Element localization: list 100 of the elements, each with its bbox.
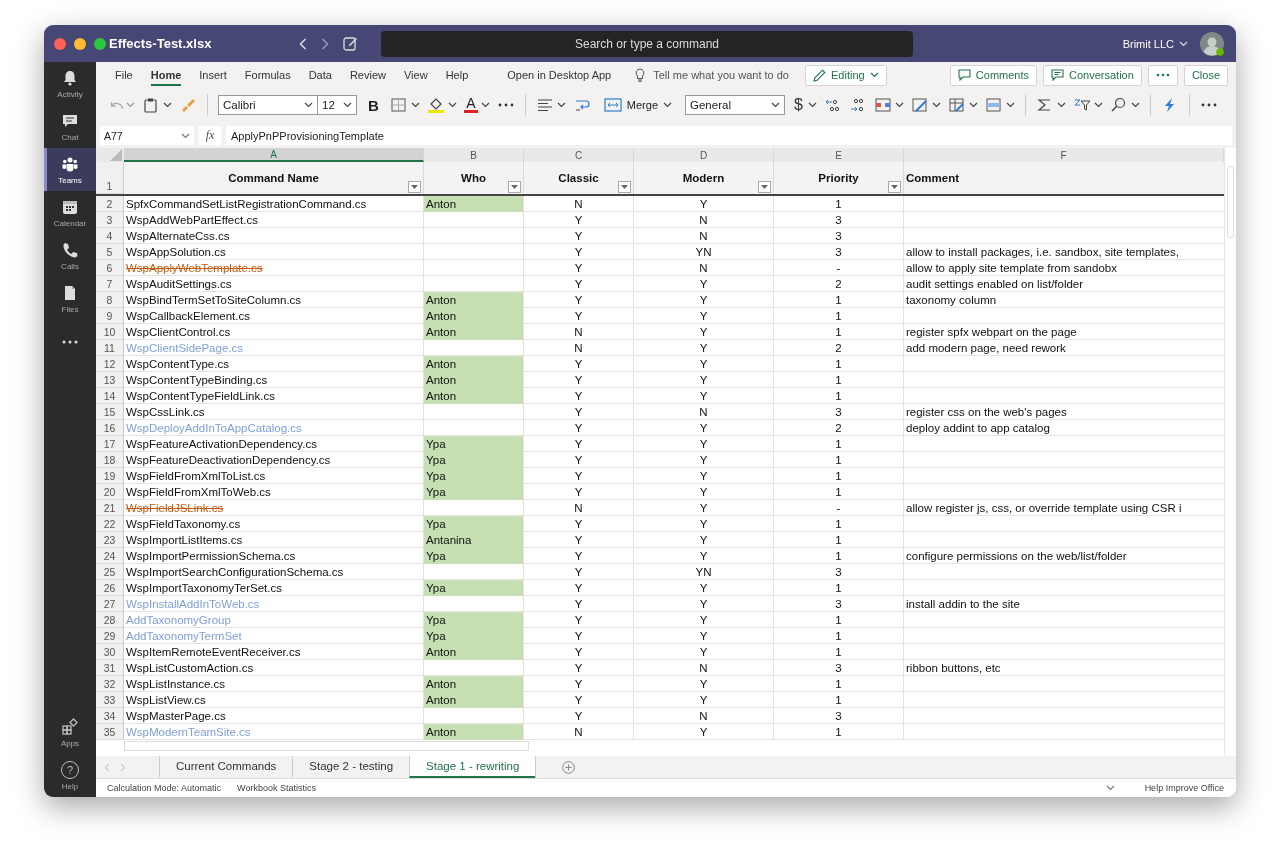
close-document-button[interactable]: Close: [1183, 64, 1228, 86]
nav-item[interactable]: Calendar: [44, 191, 96, 234]
table-cell: Y: [524, 388, 634, 404]
column-title: Command Name: [228, 172, 319, 184]
nav-item[interactable]: Calls: [44, 234, 96, 277]
caret-icon: [1093, 102, 1103, 108]
minimize-button[interactable]: [74, 37, 86, 50]
table-cell: Y: [634, 340, 774, 356]
nav-item[interactable]: Chat: [44, 105, 96, 148]
table-cell: WspClientControl.cs: [124, 324, 424, 340]
row-number: 24: [96, 548, 124, 564]
filter-button[interactable]: [888, 181, 901, 193]
column-title: Priority: [818, 172, 859, 184]
compose-icon[interactable]: [343, 36, 358, 51]
table-cell: WspCssLink.cs: [124, 404, 424, 420]
name-box[interactable]: A77: [100, 126, 194, 145]
table-cell: 2: [774, 340, 904, 356]
scrollbar-thumb[interactable]: [1227, 166, 1234, 238]
table-cell: Y: [634, 308, 774, 324]
table-cell: Y: [634, 452, 774, 468]
row-number: 34: [96, 708, 124, 724]
caret-icon: [869, 72, 879, 78]
row-number: 4: [96, 228, 124, 244]
nav-item[interactable]: ? Help: [44, 754, 96, 797]
ribbon-tab[interactable]: Formulas: [244, 64, 291, 86]
forward-icon[interactable]: [321, 37, 329, 50]
table-cell: Y: [634, 676, 774, 692]
table-cell: 1: [774, 468, 904, 484]
column-header[interactable]: A: [124, 148, 424, 162]
filter-button[interactable]: [508, 181, 521, 193]
table-cell: SpfxCommandSetListRegistrationCommand.cs: [124, 196, 424, 212]
table-cell: N: [634, 212, 774, 228]
insert-function-button[interactable]: fx: [199, 126, 221, 145]
bell-icon: [61, 68, 79, 87]
ribbon-tab[interactable]: File: [115, 64, 133, 86]
back-icon[interactable]: [299, 37, 307, 50]
maximize-button[interactable]: [94, 37, 106, 50]
table-cell: 1: [774, 548, 904, 564]
help-improve-link[interactable]: Help Improve Office: [1144, 783, 1224, 793]
number-format-dropdown[interactable]: General: [685, 95, 786, 115]
comments-button[interactable]: Comments: [949, 64, 1038, 86]
column-title: Who: [461, 172, 486, 184]
table-cell: -: [774, 260, 904, 276]
ribbon-tab[interactable]: Data: [308, 64, 332, 86]
table-cell: AddTaxonomyGroup: [124, 612, 424, 628]
ribbon-tab[interactable]: Help: [445, 64, 469, 86]
borders-icon: [389, 97, 408, 113]
bold-button[interactable]: B: [364, 96, 383, 114]
formula-field[interactable]: ApplyPnPProvisioningTemplate: [226, 126, 1232, 145]
table-cell: Y: [524, 468, 634, 484]
currency-button[interactable]: $: [792, 96, 805, 114]
conversation-button[interactable]: Conversation: [1043, 64, 1142, 86]
nav-item[interactable]: Activity: [44, 62, 96, 105]
table-cell: WspFeatureDeactivationDependency.cs: [124, 452, 424, 468]
caret-icon: [411, 185, 418, 189]
column-title: Classic: [558, 172, 599, 184]
organization-name[interactable]: Brimit LLC: [1122, 37, 1174, 50]
table-cell: WspImportListItems.cs: [124, 532, 424, 548]
filter-button[interactable]: [618, 181, 631, 193]
avatar[interactable]: [1200, 31, 1224, 56]
sheet-tab[interactable]: Stage 1 - rewriting: [409, 756, 536, 778]
ribbon-tab[interactable]: Review: [349, 64, 386, 86]
table-cell: taxonomy column: [904, 292, 1224, 308]
nav-item[interactable]: Apps: [44, 711, 96, 754]
workbook-statistics[interactable]: Workbook Statistics: [237, 783, 316, 793]
plus-icon: [562, 760, 576, 774]
table-cell: WspListView.cs: [124, 692, 424, 708]
close-button[interactable]: [54, 37, 66, 50]
font-color-button[interactable]: A: [463, 97, 478, 113]
table-cell: 1: [774, 628, 904, 644]
table-cell: 3: [774, 708, 904, 724]
caret-icon: [1130, 102, 1140, 108]
calculation-mode[interactable]: Calculation Mode: Automatic: [107, 783, 222, 793]
table-cell: Y: [524, 516, 634, 532]
filter-button[interactable]: [408, 181, 421, 193]
editing-dropdown[interactable]: Editing: [805, 64, 887, 86]
fill-color-icon: [426, 97, 445, 113]
ribbon-tab[interactable]: View: [404, 64, 428, 86]
ribbon-tab[interactable]: Home: [150, 64, 182, 86]
font-dropdown[interactable]: Calibri: [218, 95, 318, 115]
filter-button[interactable]: [758, 181, 771, 193]
table-cell: add modern page, need rework: [904, 340, 1224, 356]
row-number: 20: [96, 484, 124, 500]
nav-item[interactable]: Files: [44, 277, 96, 320]
window-title: Effects-Test.xlsx: [109, 36, 212, 51]
nav-item[interactable]: Teams: [44, 148, 96, 191]
table-cell: Y: [524, 484, 634, 500]
font-size-dropdown[interactable]: 12: [317, 95, 357, 115]
caret-icon: [771, 102, 781, 108]
row-number: 29: [96, 628, 124, 644]
merge-button[interactable]: Merge: [597, 96, 679, 114]
column-title: Modern: [682, 172, 725, 184]
table-cell: Y: [524, 660, 634, 676]
open-desktop-link[interactable]: Open in Desktop App: [501, 68, 618, 82]
search-field[interactable]: Search or type a command: [381, 30, 913, 57]
horizontal-scrollbar[interactable]: [124, 741, 529, 751]
tell-me-field[interactable]: Tell me what you want to do: [653, 69, 789, 81]
table-cell: Y: [524, 596, 634, 612]
row-number: 15: [96, 404, 124, 420]
ribbon-tab[interactable]: Insert: [199, 64, 227, 86]
